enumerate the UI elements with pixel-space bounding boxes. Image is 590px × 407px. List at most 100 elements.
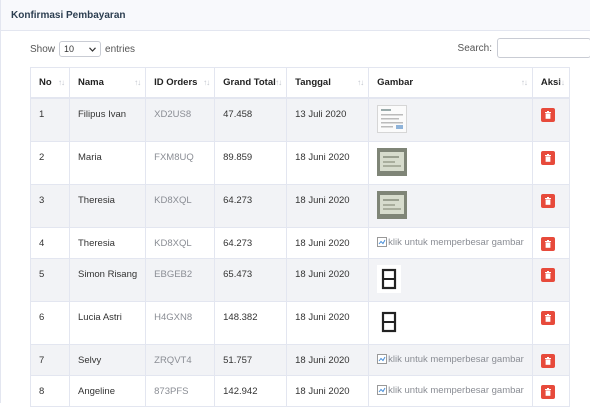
cell-no: 3 [30,183,70,228]
table-row: 3 Theresia KD8XQL 64.273 18 Juni 2020 [30,183,570,228]
cell-gambar: klik untuk memperbesar gambar [368,226,533,259]
trash-icon [544,270,551,279]
cell-id-order: KD8XQL [145,226,216,259]
entries-select[interactable]: 10 [59,41,102,57]
payment-proof-thumbnail[interactable] [377,264,402,296]
cell-aksi [531,183,570,228]
cell-nama: Lucia Astri [68,300,147,345]
column-header-gambar[interactable]: Gambar ↑↓ [368,67,533,99]
sort-icon: ↑↓ [134,78,141,87]
cell-tanggal: 18 Juni 2020 [286,226,370,259]
trash-icon [544,239,551,248]
table-row: 8 Angeline 873PFS 142.942 18 Juni 2020 k… [30,374,570,407]
sort-icon: ↑↓ [520,78,528,87]
cell-no: 5 [30,257,70,302]
delete-button[interactable] [540,384,555,399]
cell-aksi [531,140,570,185]
cell-grand-total: 47.458 [214,97,288,142]
table-header-row: No ↑↓ Nama ↑↓ ID Orders ↑↓ Grand Total ↑↓ Ta… [30,67,570,99]
cell-aksi [531,300,570,345]
payment-proof-broken-image[interactable]: klik untuk memperbesar gambar [377,228,524,248]
cell-tanggal: 18 Juni 2020 [286,140,370,185]
cell-id-order: FXM8UQ [145,140,216,185]
cell-aksi [531,257,570,302]
delete-button[interactable] [540,150,555,165]
cell-grand-total: 148.382 [214,300,288,345]
cell-gambar [368,140,533,185]
cell-no: 6 [30,300,70,345]
entries-label: entries [105,43,136,55]
card-title: Konfirmasi Pembayaran [11,9,126,21]
payment-confirmation-card: Konfirmasi Pembayaran Show 10 entries Se… [0,0,590,407]
delete-button[interactable] [540,353,555,368]
cell-tanggal: 18 Juni 2020 [286,257,370,302]
delete-button[interactable] [540,108,555,122]
cell-nama: Simon Risang [68,257,147,302]
cell-tanggal: 13 Juli 2020 [286,97,370,142]
sort-icon: ↑↓ [203,78,210,87]
cell-grand-total: 64.273 [214,226,288,259]
chevron-down-icon [89,44,96,54]
delete-button[interactable] [540,193,555,208]
cell-no: 1 [30,97,70,142]
column-header-no[interactable]: No ↑↓ [30,67,70,99]
cell-no: 8 [30,374,70,407]
cell-id-order: KD8XQL [145,183,216,228]
payment-proof-broken-image[interactable]: klik untuk memperbesar gambar [377,376,524,396]
broken-image-icon [377,354,388,364]
cell-grand-total: 65.473 [214,257,288,302]
payment-proof-thumbnail[interactable] [377,147,408,179]
search-label: Search: [457,42,492,54]
cell-nama: Theresia [68,183,147,228]
cell-aksi [531,374,570,407]
table-row: 2 Maria FXM8UQ 89.859 18 Juni 2020 [30,140,570,185]
cell-gambar: klik untuk memperbesar gambar [368,374,533,407]
trash-icon [544,196,551,205]
payment-proof-thumbnail[interactable] [377,190,408,222]
cell-nama: Theresia [68,226,147,259]
sort-icon: ↑↓ [357,78,364,87]
cell-id-order: ZRQVT4 [145,343,216,376]
cell-aksi [531,97,570,142]
payment-proof-thumbnail[interactable] [377,105,408,136]
cell-no: 2 [30,140,70,185]
payment-proof-broken-image[interactable]: klik untuk memperbesar gambar [377,345,524,365]
cell-grand-total: 64.273 [214,183,288,228]
show-label: Show [30,43,56,55]
column-header-tanggal[interactable]: Tanggal ↑↓ [286,67,370,99]
delete-button[interactable] [540,236,555,251]
entries-length-control: Show 10 entries [30,41,135,57]
table-controls: Show 10 entries Search: [30,38,590,58]
cell-nama: Filipus Ivan [68,97,147,142]
cell-grand-total: 142.942 [214,374,288,407]
cell-aksi [531,226,570,259]
cell-aksi [531,343,570,376]
table-row: 6 Lucia Astri H4GXN8 148.382 18 Juni 202… [30,300,570,345]
table-row: 5 Simon Risang EBGEB2 65.473 18 Juni 202… [30,257,570,302]
trash-icon [544,387,551,396]
cell-tanggal: 18 Juni 2020 [286,343,370,376]
delete-button[interactable] [540,267,555,282]
cell-grand-total: 89.859 [214,140,288,185]
column-header-nama[interactable]: Nama ↑↓ [68,67,147,99]
cell-gambar [368,257,533,302]
cell-gambar: klik untuk memperbesar gambar [368,343,533,376]
sort-icon: ↑↓ [275,78,282,87]
column-header-grand-total[interactable]: Grand Total ↑↓ [214,67,288,99]
cell-no: 7 [30,343,70,376]
sort-icon: ↑↓ [58,78,65,87]
search-input[interactable] [497,38,590,58]
column-header-id-orders[interactable]: ID Orders ↑↓ [145,67,216,99]
delete-button[interactable] [540,310,555,325]
payment-proof-thumbnail[interactable] [377,307,402,339]
card-header: Konfirmasi Pembayaran [1,0,590,31]
payment-table: No ↑↓ Nama ↑↓ ID Orders ↑↓ Grand Total ↑↓ Ta… [30,67,570,407]
search-control: Search: [458,38,590,58]
table-row: 7 Selvy ZRQVT4 51.757 18 Juni 2020 klik … [30,343,570,376]
broken-image-icon [377,385,388,395]
cell-gambar [368,300,533,345]
column-header-aksi[interactable]: Aksi ↑↓ [531,67,570,99]
cell-nama: Selvy [68,343,147,376]
cell-grand-total: 51.757 [214,343,288,376]
cell-tanggal: 18 Juni 2020 [286,300,370,345]
